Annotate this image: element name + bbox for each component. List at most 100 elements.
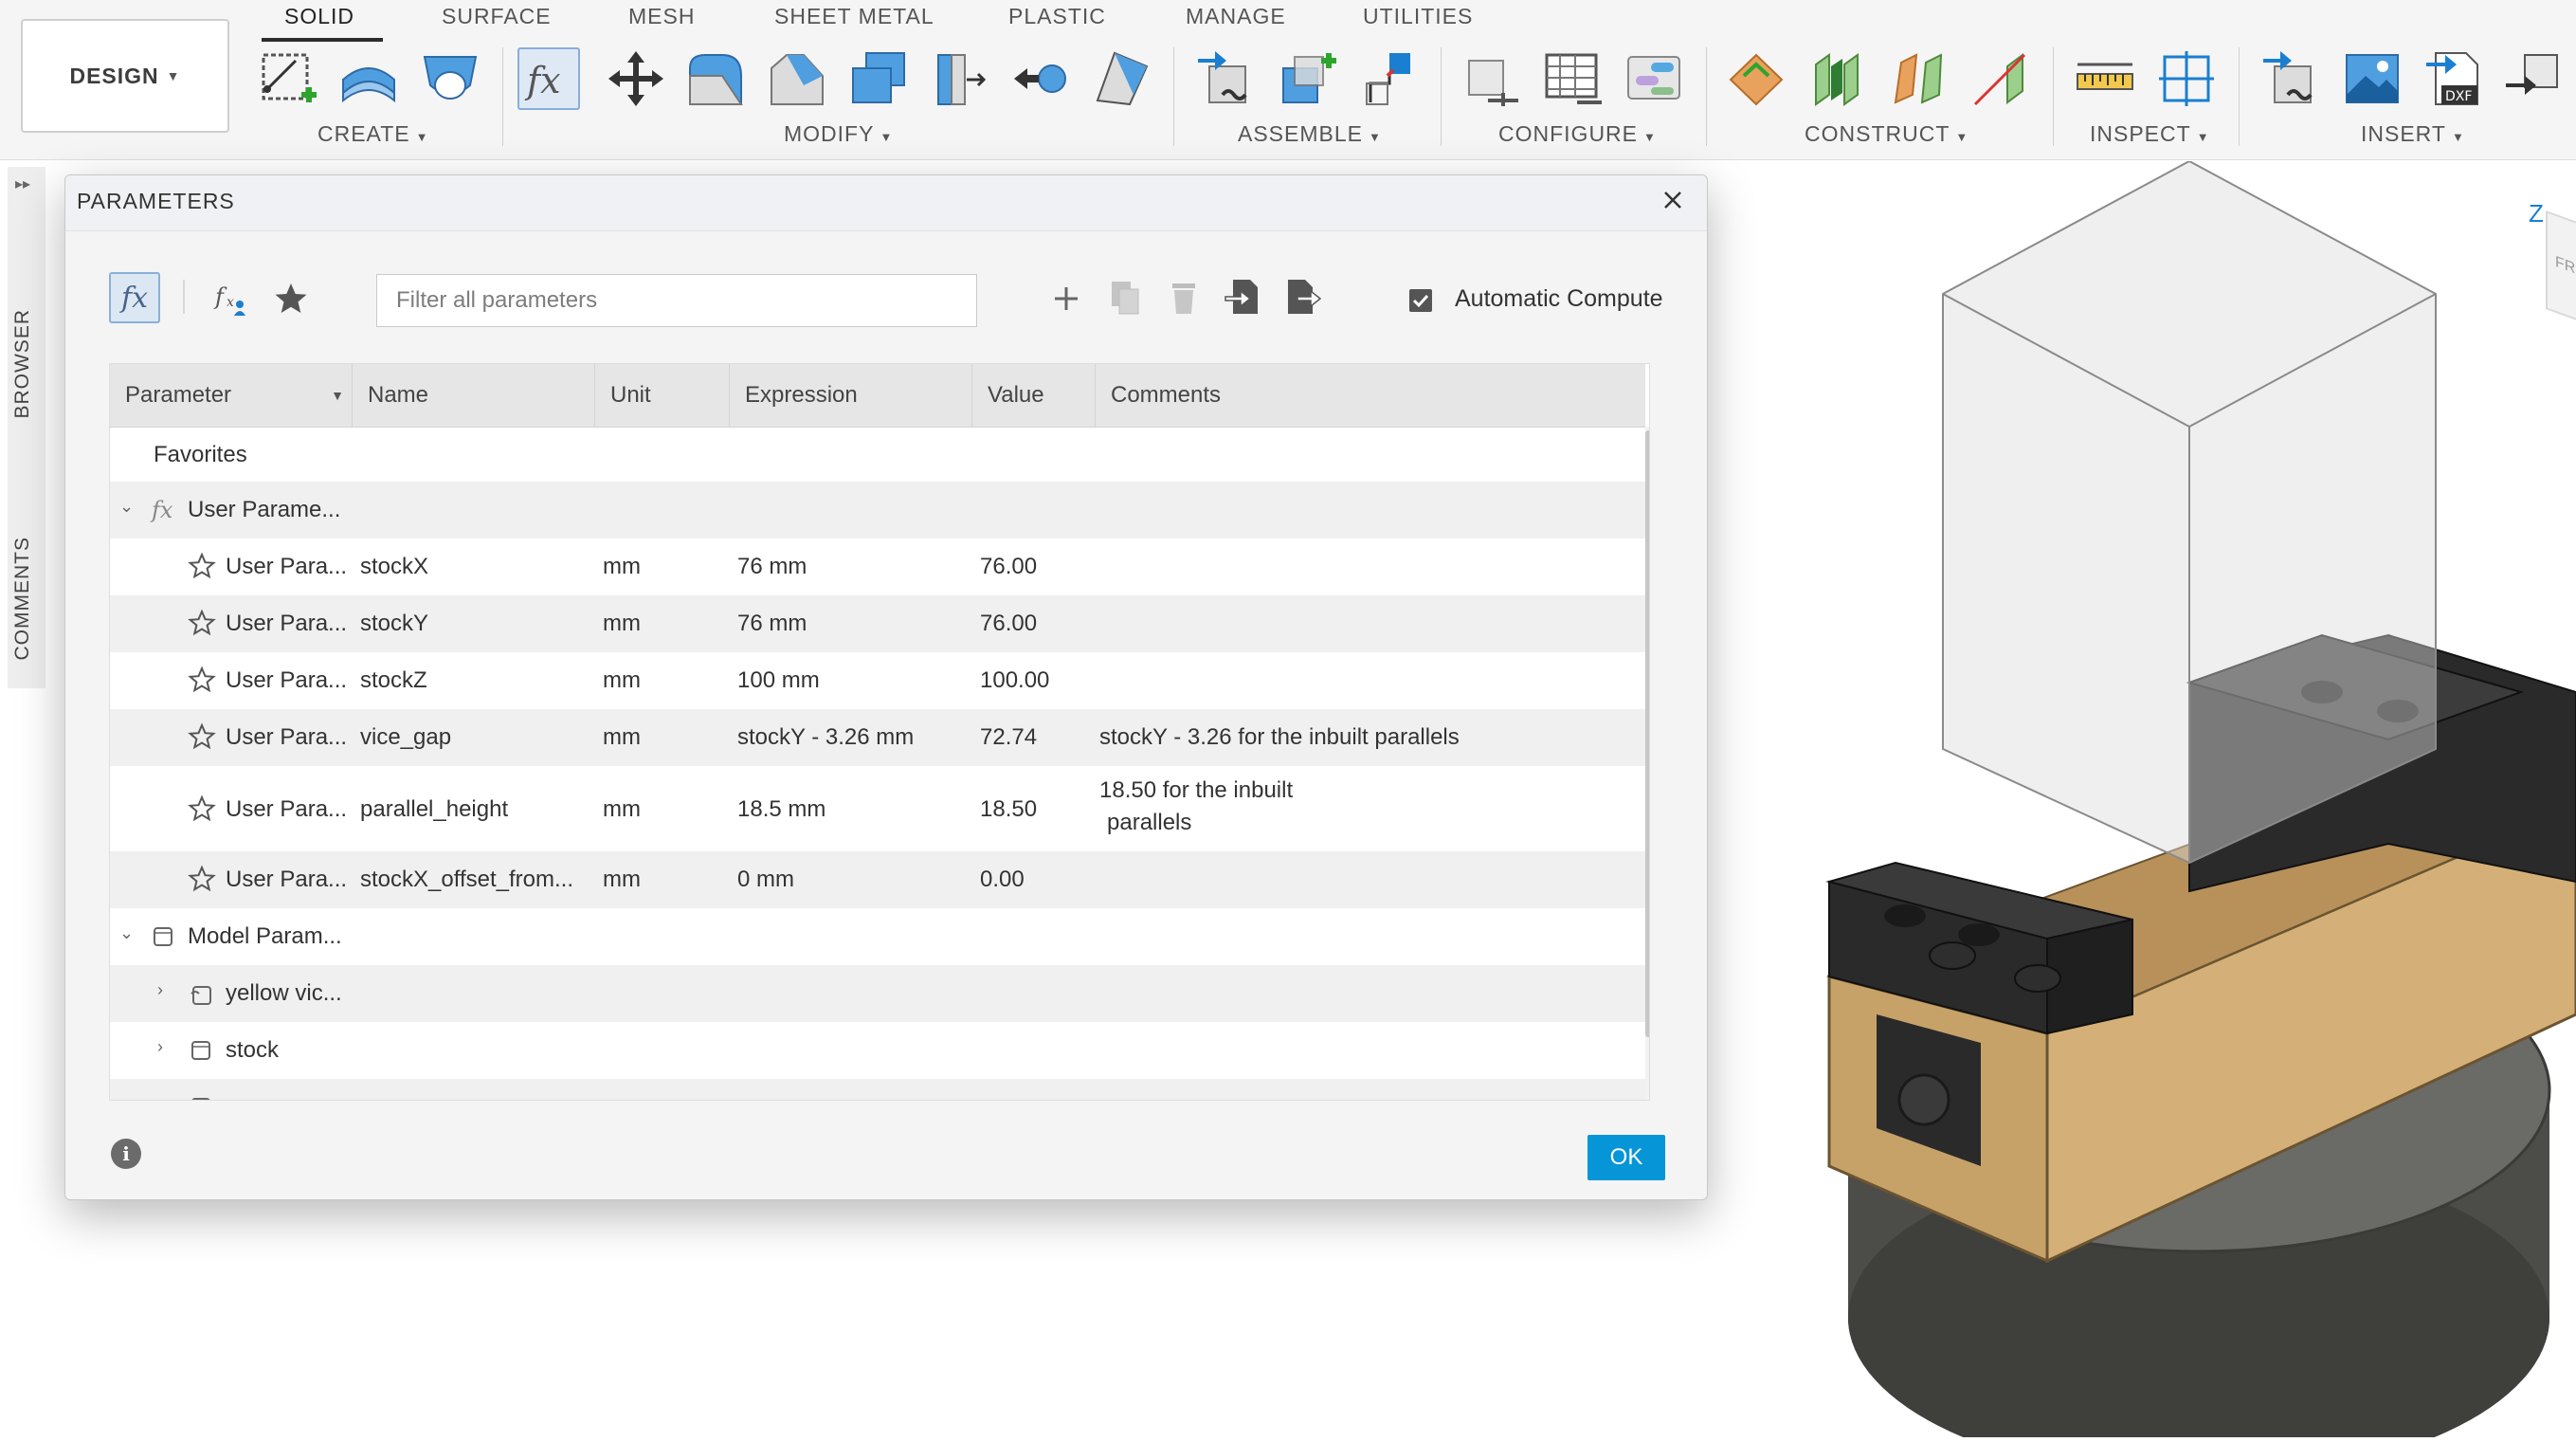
- chevron-down-icon[interactable]: ⌄: [119, 497, 134, 517]
- axis-icon[interactable]: [1969, 47, 2032, 110]
- insert-mesh-icon[interactable]: [2502, 47, 2565, 110]
- name-cell[interactable]: vice_gap: [360, 724, 451, 751]
- section-analysis-icon[interactable]: [2155, 47, 2218, 110]
- unit-cell[interactable]: mm: [603, 796, 641, 823]
- configuration-table-icon[interactable]: [1541, 47, 1604, 110]
- workspace-switcher-button[interactable]: DESIGN ▼: [21, 19, 229, 133]
- group-configure[interactable]: CONFIGURE ▼: [1498, 121, 1657, 147]
- 3d-viewport[interactable]: Z FRO: [1734, 159, 2576, 1442]
- insert-derive-icon[interactable]: [1194, 47, 1257, 110]
- group-insert[interactable]: INSERT ▼: [2361, 121, 2465, 147]
- show-all-parameters-button[interactable]: fx: [109, 272, 160, 323]
- filter-parameters-input[interactable]: [376, 274, 977, 327]
- plane-through-icon[interactable]: [1888, 47, 1950, 110]
- tree-item[interactable]: › yellow vic...: [110, 965, 1645, 1022]
- tab-mesh[interactable]: MESH: [628, 4, 695, 29]
- tab-sheet-metal[interactable]: SHEET METAL: [774, 4, 934, 29]
- group-assemble[interactable]: ASSEMBLE ▼: [1238, 121, 1382, 147]
- user-parameters-group-row[interactable]: ⌄ fx User Parame...: [110, 482, 1645, 538]
- name-cell[interactable]: stockX_offset_from...: [360, 867, 573, 893]
- expression-cell[interactable]: 100 mm: [737, 667, 820, 694]
- viewcube[interactable]: FRO: [2546, 210, 2576, 325]
- model-parameters-group-row[interactable]: ⌄ Model Param...: [110, 908, 1645, 965]
- copy-parameter-button[interactable]: [1106, 278, 1144, 318]
- group-construct[interactable]: CONSTRUCT ▼: [1805, 121, 1968, 147]
- unit-cell[interactable]: mm: [603, 667, 641, 694]
- expression-cell[interactable]: 76 mm: [737, 554, 807, 580]
- joint-icon[interactable]: [1357, 47, 1420, 110]
- chevron-right-icon[interactable]: ›: [157, 980, 163, 1000]
- unit-cell[interactable]: mm: [603, 611, 641, 637]
- expression-cell[interactable]: stockY - 3.26 mm: [737, 724, 914, 751]
- configuration-rules-icon[interactable]: [1623, 47, 1685, 110]
- table-row[interactable]: User Para... vice_gap mm stockY - 3.26 m…: [110, 709, 1645, 766]
- show-modified-parameters-button[interactable]: fx: [211, 278, 253, 319]
- comment-cell-line-2[interactable]: parallels: [1107, 810, 1191, 836]
- column-header-value[interactable]: Value: [972, 364, 1096, 427]
- extrude-icon[interactable]: [337, 47, 400, 110]
- info-icon[interactable]: i: [111, 1139, 141, 1169]
- table-row[interactable]: User Para... stockY mm 76 mm 76.00: [110, 595, 1645, 652]
- tab-plastic[interactable]: PLASTIC: [1008, 4, 1106, 29]
- column-header-name[interactable]: Name: [353, 364, 595, 427]
- show-favorites-button[interactable]: [272, 280, 310, 318]
- name-cell[interactable]: stockZ: [360, 667, 427, 694]
- browser-panel-tab[interactable]: BROWSER: [11, 309, 40, 419]
- close-button[interactable]: [1658, 185, 1688, 215]
- ok-button[interactable]: OK: [1587, 1135, 1665, 1180]
- insert-derive-link-icon[interactable]: [2259, 47, 2322, 110]
- name-cell[interactable]: stockX: [360, 554, 428, 580]
- chevron-right-icon[interactable]: ›: [157, 1037, 163, 1057]
- unit-cell[interactable]: mm: [603, 554, 641, 580]
- insert-canvas-icon[interactable]: [2341, 47, 2404, 110]
- automatic-compute-checkbox[interactable]: [1409, 289, 1432, 312]
- fillet-icon[interactable]: [684, 47, 747, 110]
- group-modify[interactable]: MODIFY ▼: [784, 121, 893, 147]
- expression-cell[interactable]: 18.5 mm: [737, 796, 825, 823]
- comments-panel-tab[interactable]: COMMENTS: [11, 537, 40, 661]
- table-row[interactable]: User Para... parallel_height mm 18.5 mm …: [110, 766, 1645, 851]
- tab-utilities[interactable]: UTILITIES: [1363, 4, 1473, 29]
- expression-cell[interactable]: 76 mm: [737, 611, 807, 637]
- favorites-row[interactable]: Favorites: [110, 427, 1645, 482]
- scale-icon[interactable]: [1092, 47, 1154, 110]
- column-header-unit[interactable]: Unit: [595, 364, 730, 427]
- favorite-star-icon[interactable]: [188, 609, 216, 637]
- chamfer-icon[interactable]: [766, 47, 828, 110]
- revolve-icon[interactable]: [419, 47, 481, 110]
- expression-cell[interactable]: 0 mm: [737, 867, 794, 893]
- name-cell[interactable]: stockY: [360, 611, 428, 637]
- favorite-star-icon[interactable]: [188, 865, 216, 893]
- align-icon[interactable]: [1010, 47, 1073, 110]
- unit-cell[interactable]: mm: [603, 867, 641, 893]
- column-header-comments[interactable]: Comments: [1096, 364, 1645, 427]
- group-create[interactable]: CREATE ▼: [317, 121, 428, 147]
- favorite-star-icon[interactable]: [188, 722, 216, 751]
- comment-cell[interactable]: stockY - 3.26 for the inbuilt parallels: [1099, 724, 1460, 751]
- group-inspect[interactable]: INSPECT ▼: [2090, 121, 2210, 147]
- delete-parameter-button[interactable]: [1165, 278, 1203, 318]
- press-pull-icon[interactable]: [929, 47, 991, 110]
- name-cell[interactable]: parallel_height: [360, 796, 508, 823]
- chevron-down-icon[interactable]: ⌄: [119, 923, 134, 943]
- favorite-star-icon[interactable]: [188, 552, 216, 580]
- favorite-star-icon[interactable]: [188, 794, 216, 823]
- tree-item[interactable]: › stock: [110, 1022, 1645, 1079]
- offset-plane-icon[interactable]: [1725, 47, 1787, 110]
- table-row[interactable]: User Para... stockZ mm 100 mm 100.00: [110, 652, 1645, 709]
- configure-design-icon[interactable]: [1460, 47, 1522, 110]
- vise-model-render[interactable]: [1734, 159, 2576, 1442]
- comment-cell-line-1[interactable]: 18.50 for the inbuilt: [1099, 777, 1293, 804]
- dialog-titlebar[interactable]: [65, 175, 1707, 231]
- move-icon[interactable]: [605, 47, 667, 110]
- favorite-star-icon[interactable]: [188, 666, 216, 694]
- unit-cell[interactable]: mm: [603, 724, 641, 751]
- tab-surface[interactable]: SURFACE: [442, 4, 552, 29]
- import-parameters-button[interactable]: [1224, 276, 1263, 318]
- shell-icon[interactable]: [847, 47, 910, 110]
- measure-icon[interactable]: [2074, 47, 2136, 110]
- midplane-icon[interactable]: [1806, 47, 1869, 110]
- table-row[interactable]: User Para... stockX_offset_from... mm 0 …: [110, 851, 1645, 908]
- column-header-parameter[interactable]: Parameter ▼: [110, 364, 353, 427]
- add-parameter-button[interactable]: [1047, 280, 1085, 318]
